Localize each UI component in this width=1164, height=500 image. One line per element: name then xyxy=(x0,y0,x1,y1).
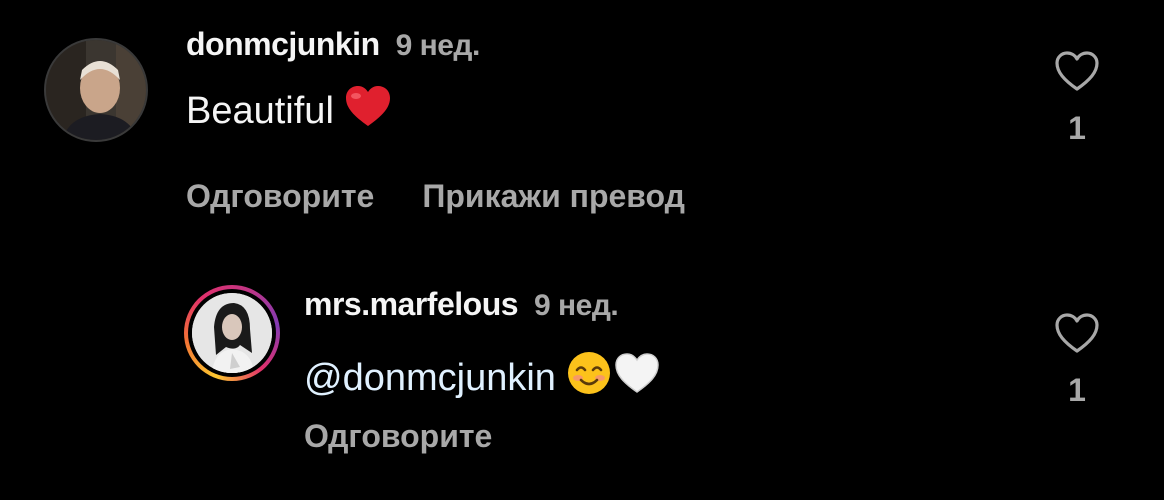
heart-outline-icon[interactable] xyxy=(1054,312,1100,354)
comment-body: Beautiful xyxy=(186,89,334,132)
red-heart-icon xyxy=(344,84,392,138)
comment-text: Beautiful xyxy=(186,84,392,138)
comment-text: @donmcjunkin xyxy=(304,350,660,406)
comment-time: 9 нед. xyxy=(395,29,481,62)
like-count: 1 xyxy=(1068,372,1086,408)
avatar xyxy=(192,293,272,373)
comment-actions: Одговорите Прикажи превод xyxy=(186,178,685,215)
avatar[interactable] xyxy=(44,38,148,142)
comment-actions: Одговорите xyxy=(304,418,492,455)
mention-link[interactable]: @donmcjunkin xyxy=(304,357,556,400)
smiling-face-icon xyxy=(566,350,612,406)
comment-time: 9 нед. xyxy=(534,289,619,322)
like-count: 1 xyxy=(1068,110,1086,146)
reply-comment: mrs.marfelous 9 нед. @donmcjunkin Одговор… xyxy=(0,270,1164,500)
avatar-story-ring[interactable] xyxy=(184,285,280,381)
like-control[interactable]: 1 xyxy=(1052,312,1102,409)
comment-username[interactable]: mrs.marfelous 9 нед. xyxy=(304,286,619,323)
like-control[interactable]: 1 xyxy=(1052,50,1102,147)
avatar-photo xyxy=(192,293,272,373)
comment: donmcjunkin 9 нед. Beautiful Одговорите П… xyxy=(0,0,1164,250)
username-text[interactable]: donmcjunkin xyxy=(186,26,380,62)
white-heart-icon xyxy=(614,352,660,404)
reply-button[interactable]: Одговорите xyxy=(186,178,374,215)
heart-outline-icon[interactable] xyxy=(1054,50,1100,92)
comment-username[interactable]: donmcjunkin 9 нед. xyxy=(186,26,480,63)
show-translation-button[interactable]: Прикажи превод xyxy=(422,178,685,215)
reply-button[interactable]: Одговорите xyxy=(304,418,492,455)
username-text[interactable]: mrs.marfelous xyxy=(304,286,519,322)
avatar-photo xyxy=(46,40,146,140)
